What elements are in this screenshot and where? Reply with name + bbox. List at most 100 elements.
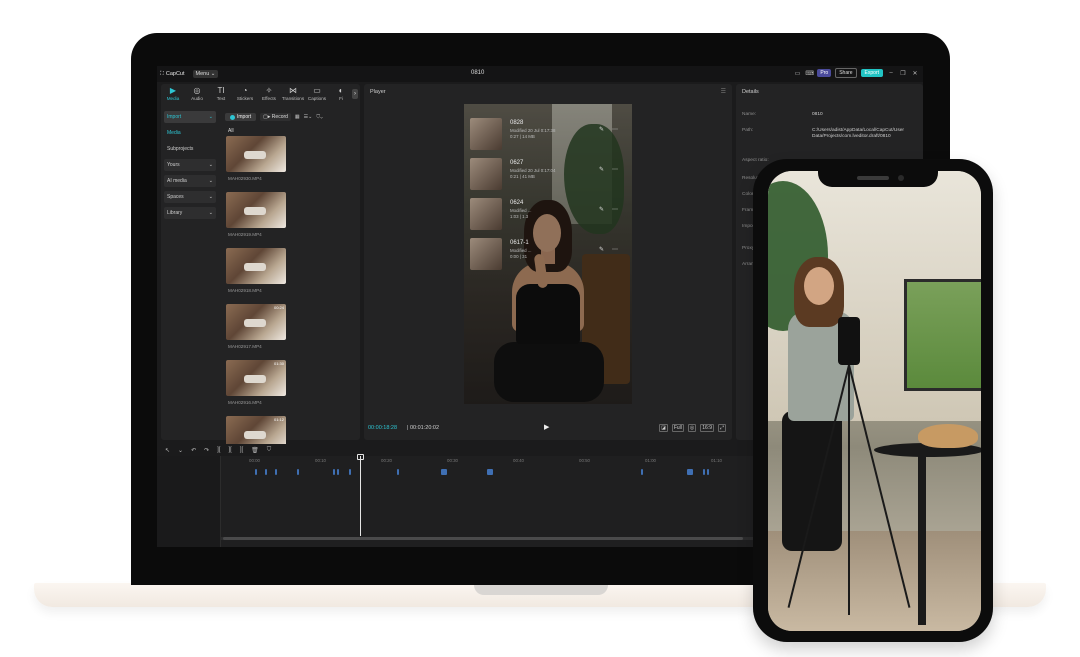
ruler-label: 01:00 <box>645 458 656 463</box>
filters-icon: ◐ <box>338 86 344 95</box>
tab-stickers[interactable]: ◔ Stickers <box>233 84 257 101</box>
sidenav-item-ai-media[interactable]: AI media ⌄ <box>164 175 216 187</box>
more-icon[interactable]: ⋯ <box>612 206 618 213</box>
tab-fi[interactable]: ◐ Fi <box>329 84 353 101</box>
detail-value: C:/Users/adist/AppData/Local/CapCut/User… <box>812 128 904 139</box>
sidenav-item-yours[interactable]: Yours ⌄ <box>164 159 216 171</box>
filter-icon[interactable]: ⛉⌄ <box>316 114 322 120</box>
pro-button[interactable]: Pro <box>817 69 832 77</box>
total-time: | 00:01:20:02 <box>407 425 440 431</box>
stickers-icon: ◔ <box>242 86 248 95</box>
captions-icon: ▭ <box>313 86 321 95</box>
phone-camera <box>898 175 904 181</box>
media-thumbnail[interactable] <box>226 248 286 284</box>
timeline-tool-icon[interactable]: ][ <box>217 447 220 453</box>
timeline-tool-icon[interactable]: 🗑 <box>251 447 259 454</box>
sidenav-item-spaces[interactable]: Spaces ⌄ <box>164 191 216 203</box>
player-tool-icon[interactable]: 16:9 <box>700 424 714 432</box>
restore-icon[interactable]: ❐ <box>899 70 907 77</box>
media-thumbnail[interactable]: 00:24 <box>226 304 286 340</box>
project-clip-item[interactable]: 0624 Modified ... 1:03 | 1.3 ✎ ⋯ <box>470 198 626 232</box>
clip-title: 0617-1 <box>510 240 529 246</box>
media-thumbnail[interactable]: 01:30 <box>226 360 286 396</box>
timeline-marker <box>707 469 709 475</box>
timeline-tool-icon[interactable]: ⌄ <box>178 447 183 454</box>
media-thumbnail[interactable] <box>226 192 286 228</box>
export-button[interactable]: Export <box>860 69 883 77</box>
more-icon[interactable]: ⋯ <box>612 126 618 133</box>
playhead[interactable] <box>360 456 361 536</box>
timeline-tool-icon[interactable]: ↖ <box>165 447 170 454</box>
play-button[interactable]: ▶ <box>544 423 549 431</box>
menu-button[interactable]: Menu ⌄ <box>192 70 219 78</box>
media-filename: MAH02919.MP4 <box>228 232 262 237</box>
shortcut-icon[interactable]: ⌨ <box>805 70 814 77</box>
edit-icon[interactable]: ✎ <box>599 246 604 253</box>
project-clip-item[interactable]: 0828 Modified 20 Jul 0:17:38 0:27 | 14 MB ✎… <box>470 118 626 152</box>
media-thumbnail[interactable] <box>226 136 286 172</box>
layout-icon[interactable]: ▭ <box>793 70 801 77</box>
title-bar: ⛶ CapCut Menu ⌄ 0810 ▭ ⌨ Pro Share Expor… <box>157 66 923 82</box>
text-icon: TI <box>217 86 225 95</box>
project-clip-item[interactable]: 0617-1 Modified ... 0:00 | 31 ✎ ⋯ <box>470 238 626 272</box>
tabs-scroll-right-icon[interactable]: › <box>352 89 358 99</box>
share-button[interactable]: Share <box>835 68 857 78</box>
wooden-bowl <box>918 424 978 448</box>
media-filename: MAH02916.MP4 <box>228 400 262 405</box>
project-clip-item[interactable]: 0627 Modified 20 Jul 0:17:04 0:21 | 41 MB ✎… <box>470 158 626 192</box>
tab-label: Text <box>216 96 226 101</box>
timeline-tool-icon[interactable]: ⛉ <box>267 447 272 454</box>
sidenav-item-media[interactable]: Media <box>164 127 216 139</box>
timeline-tool-icon[interactable]: ↷ <box>204 447 209 454</box>
tab-transitions[interactable]: ⋈ Transitions <box>281 84 305 101</box>
more-icon[interactable]: ⋯ <box>612 246 618 253</box>
tab-effects[interactable]: ✧ Effects <box>257 84 281 101</box>
player-tool-icon[interactable]: ◪ <box>659 424 668 432</box>
phone-window <box>904 279 981 391</box>
tab-audio[interactable]: ◎ Audio <box>185 84 209 101</box>
tripod-leg <box>848 365 850 615</box>
sort-icon[interactable]: ☰⌄ <box>304 114 313 120</box>
edit-icon[interactable]: ✎ <box>599 206 604 213</box>
sidenav-item-library[interactable]: Library ⌄ <box>164 207 216 219</box>
detail-label: Path: <box>742 128 754 133</box>
sidenav-item-import[interactable]: Import ⌄ <box>164 111 216 123</box>
minimize-icon[interactable]: – <box>887 70 895 76</box>
timeline-marker <box>275 469 277 475</box>
edit-icon[interactable]: ✎ <box>599 166 604 173</box>
timeline-scrollbar-thumb[interactable] <box>223 537 743 540</box>
clip-meta: Modified ... 0:00 | 31 <box>510 248 531 260</box>
player-tool-icon[interactable]: ⤢ <box>717 424 726 432</box>
player-tool-icon[interactable]: ◎ <box>687 424 697 432</box>
tab-media[interactable]: ▶ Media <box>161 84 185 101</box>
ruler-label: 01:10 <box>711 458 722 463</box>
player-menu-icon[interactable]: ☰ <box>721 88 726 95</box>
record-button[interactable]: ▢▸ Record <box>260 113 291 121</box>
tab-captions[interactable]: ▭ Captions <box>305 84 329 101</box>
timeline-tool-icon[interactable]: ][ <box>240 447 243 453</box>
media-panel: ▶ Media ◎ Audio TI Text ◔ Stickers ✧ Effects ⋈ Tran… <box>161 84 360 452</box>
edit-icon[interactable]: ✎ <box>599 126 604 133</box>
video-preview[interactable]: 0828 Modified 20 Jul 0:17:38 0:27 | 14 MB ✎… <box>464 104 632 404</box>
tab-label: Captions <box>307 96 327 101</box>
player-header: Player <box>370 89 386 95</box>
clip-meta: Modified 20 Jul 0:17:04 0:21 | 41 MB <box>510 168 555 180</box>
grid-view-icon[interactable]: ▦ <box>295 114 300 120</box>
clip-size: 0:00 | 31 <box>510 254 528 259</box>
close-icon[interactable]: ✕ <box>911 70 919 77</box>
marketing-stage: ⛶ CapCut Menu ⌄ 0810 ▭ ⌨ Pro Share Expor… <box>0 0 1080 657</box>
player-tool-icon[interactable]: Full <box>671 424 684 432</box>
clip-thumbnail <box>470 198 502 230</box>
total-time-value: 00:01:20:02 <box>409 425 440 431</box>
timeline-tool-icon[interactable]: ↶ <box>191 447 196 454</box>
tab-text[interactable]: TI Text <box>209 84 233 101</box>
table-leg <box>918 455 926 625</box>
timeline-tool-icon[interactable]: ][ <box>228 447 231 453</box>
more-icon[interactable]: ⋯ <box>612 166 618 173</box>
sidenav-item-subprojects[interactable]: Subprojects <box>164 143 216 155</box>
ruler-label: 00:00 <box>249 458 260 463</box>
import-button[interactable]: Import <box>225 113 257 121</box>
ruler-label: 00:20 <box>381 458 392 463</box>
title-bar-actions: ▭ ⌨ Pro Share Export – ❐ ✕ <box>793 68 919 78</box>
timeline-marker <box>297 469 299 475</box>
